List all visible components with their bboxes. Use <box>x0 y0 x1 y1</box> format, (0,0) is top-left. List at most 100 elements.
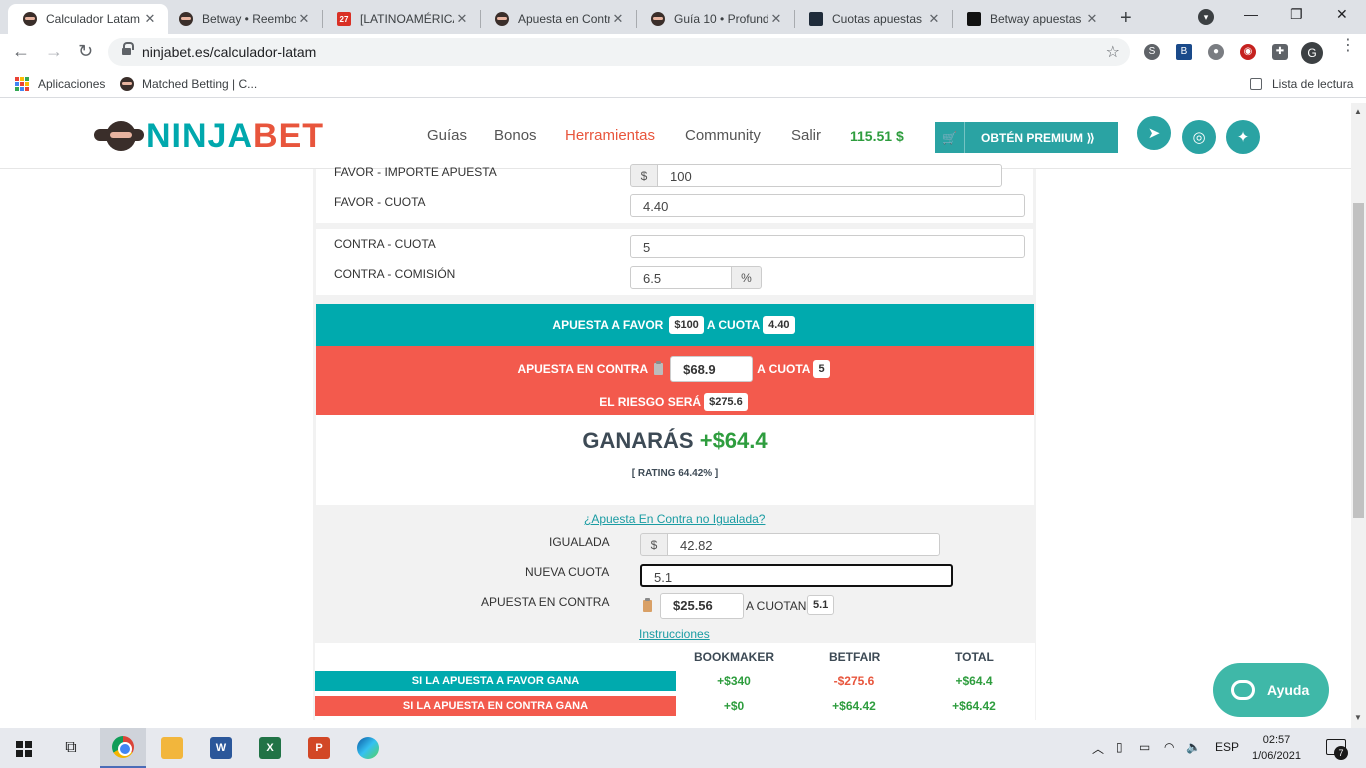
ninjabet-logo[interactable]: NINJABET <box>94 118 324 154</box>
taskbar-excel[interactable]: X <box>247 728 293 768</box>
contra-comision-input[interactable]: 6.5 <box>630 266 732 289</box>
tab-calculador-latam[interactable]: Calculador Latam ✕ <box>8 4 168 34</box>
taskbar-word[interactable]: W <box>198 728 244 768</box>
nav-salir[interactable]: Salir <box>791 127 821 144</box>
restore-window-icon[interactable]: ❐ <box>1290 6 1303 23</box>
ninjabet-favicon-icon <box>494 11 510 27</box>
close-window-icon[interactable]: ✕ <box>1336 6 1348 23</box>
help-label: Ayuda <box>1267 682 1310 698</box>
calculator-panel: FAVOR - IMPORTE APUESTA $ 100 FAVOR - CU… <box>313 164 1036 720</box>
taskbar-edge[interactable] <box>345 728 391 768</box>
nav-herramientas[interactable]: Herramientas <box>565 127 655 144</box>
tab-betway-apuestas[interactable]: Betway apuestas ✕ <box>952 4 1110 34</box>
contra-cuota-input[interactable]: 5 <box>630 235 1025 258</box>
tab-latinoamerica[interactable]: 27 [LATINOAMÉRICA ✕ <box>322 4 480 34</box>
taskbar-file-explorer[interactable] <box>149 728 195 768</box>
site-header: NINJABET Guías Bonos Herramientas Commun… <box>0 103 1351 169</box>
favor-cuota-input[interactable]: 4.40 <box>630 194 1025 217</box>
tray-overflow-icon[interactable]: ︿ <box>1092 740 1104 757</box>
browser-menu-icon[interactable]: ⋮ <box>1340 38 1356 54</box>
table-cell: +$340 <box>717 674 751 688</box>
bookmark-reading-list[interactable]: Lista de lectura <box>1272 77 1353 91</box>
taskbar-powerpoint[interactable]: P <box>296 728 342 768</box>
cuotan-badge: 5.1 <box>807 595 835 615</box>
copy-clipboard-icon[interactable] <box>643 598 652 612</box>
ninjabet-favicon-icon <box>22 11 38 27</box>
new-tab-plus-icon[interactable]: + <box>1120 7 1132 30</box>
nav-bonos[interactable]: Bonos <box>494 127 537 144</box>
extensions-puzzle-icon[interactable]: ✚ <box>1272 44 1288 60</box>
bookmark-matched-betting[interactable]: Matched Betting | C... <box>120 77 257 91</box>
table-cell: +$64.4 <box>955 674 993 688</box>
battery-icon[interactable]: ▭ <box>1139 740 1150 754</box>
input-language[interactable]: ESP <box>1215 740 1239 754</box>
system-clock[interactable]: 02:57 1/06/2021 <box>1252 732 1301 764</box>
bookmark-aplicaciones[interactable]: Aplicaciones <box>38 77 105 91</box>
favor-importe-input[interactable]: 100 <box>657 164 1002 187</box>
task-view-icon[interactable]: ⧉ <box>48 728 94 768</box>
tab-cuotas-apuestas[interactable]: Cuotas apuestas ✕ <box>794 4 952 34</box>
close-tab-icon[interactable]: ✕ <box>296 11 312 27</box>
bookmark-star-icon[interactable]: ☆ <box>1106 42 1120 62</box>
bookmark-label: Lista de lectura <box>1272 77 1354 91</box>
lock-icon[interactable] <box>122 42 134 57</box>
contra-stake-value[interactable]: $68.9 <box>670 356 754 382</box>
minimize-window-icon[interactable]: — <box>1244 6 1258 22</box>
telegram-icon[interactable]: ➤ <box>1137 116 1171 150</box>
reload-icon[interactable]: ↻ <box>78 41 93 62</box>
nueva-cuota-input[interactable]: 5.1 <box>640 564 953 587</box>
tab-betway-reembolso[interactable]: Betway • Reembo ✕ <box>164 4 322 34</box>
table-cell: -$275.6 <box>833 674 875 688</box>
get-premium-button[interactable]: 🛒 OBTÉN PREMIUM ⟫ <box>935 122 1118 153</box>
favor-importe-prefix: $ <box>630 164 658 187</box>
tab-apuesta-en-contra[interactable]: Apuesta en Contr ✕ <box>480 4 636 34</box>
profile-avatar[interactable]: G <box>1301 42 1323 64</box>
tab-guia-10[interactable]: Guía 10 • Profund ✕ <box>636 4 794 34</box>
tab-search-icon[interactable]: ▾ <box>1198 9 1214 25</box>
skype-extension-icon[interactable]: S <box>1144 44 1160 60</box>
close-tab-icon[interactable]: ✕ <box>1084 11 1100 27</box>
close-tab-icon[interactable]: ✕ <box>142 11 158 27</box>
apps-grid-icon[interactable] <box>15 77 29 91</box>
wifi-icon[interactable]: ◠ <box>1164 740 1174 754</box>
ganaras-value: +$64.4 <box>699 428 768 453</box>
wifi-extension-icon[interactable]: ◉ <box>1240 44 1256 60</box>
close-tab-icon[interactable]: ✕ <box>926 11 942 27</box>
volume-icon[interactable]: 🔈 <box>1186 740 1201 754</box>
reading-list-icon[interactable] <box>1250 78 1262 90</box>
scrollbar-thumb[interactable] <box>1353 203 1364 518</box>
taskbar-chrome[interactable] <box>100 728 146 768</box>
scroll-up-arrow-icon[interactable]: ▲ <box>1354 107 1362 116</box>
address-bar[interactable]: ninjabet.es/calculador-latam ☆ <box>108 38 1130 66</box>
url-text[interactable]: ninjabet.es/calculador-latam <box>142 44 316 60</box>
windows-start-icon[interactable] <box>16 741 32 757</box>
scroll-down-arrow-icon[interactable]: ▼ <box>1354 713 1362 722</box>
chat-bubble-icon <box>1231 680 1255 700</box>
instrucciones-link[interactable]: Instrucciones <box>639 627 710 641</box>
tab-title: Apuesta en Contr <box>518 12 610 26</box>
nav-guias[interactable]: Guías <box>427 127 467 144</box>
close-tab-icon[interactable]: ✕ <box>768 11 784 27</box>
apuesta-contra-value[interactable]: $25.56 <box>660 593 744 619</box>
forward-arrow-icon[interactable]: → <box>45 41 63 62</box>
page-scrollbar[interactable]: ▲ ▼ <box>1351 103 1366 728</box>
instagram-icon[interactable]: ◎ <box>1182 120 1216 154</box>
circle-extension-icon[interactable]: ● <box>1208 44 1224 60</box>
apuesta-contra-label: APUESTA EN CONTRA <box>481 595 610 609</box>
nav-community[interactable]: Community <box>685 127 761 144</box>
igualada-input[interactable]: 42.82 <box>667 533 940 556</box>
close-tab-icon[interactable]: ✕ <box>610 11 626 27</box>
table-cell: +$0 <box>723 699 745 713</box>
windows-taskbar: ⧉ W X P ︿ ▯ ▭ ◠ 🔈 ESP 02:57 1/06/2021 7 <box>0 728 1366 768</box>
back-arrow-icon[interactable]: ← <box>12 41 30 62</box>
copy-clipboard-icon[interactable] <box>654 361 664 375</box>
ganaras-label: GANARÁS <box>582 428 694 453</box>
twitter-icon[interactable]: ✦ <box>1226 120 1260 154</box>
close-tab-icon[interactable]: ✕ <box>454 11 470 27</box>
bookmark-label: Aplicaciones <box>38 77 106 91</box>
unmatched-bet-link[interactable]: ¿Apuesta En Contra no Igualada? <box>584 512 765 526</box>
contra-summary-bar: APUESTA EN CONTRA $68.9 A CUOTA 5 EL RIE… <box>316 346 1034 415</box>
help-chat-button[interactable]: Ayuda <box>1213 663 1329 717</box>
tray-device-icon[interactable]: ▯ <box>1116 740 1123 754</box>
booking-extension-icon[interactable]: B <box>1176 44 1192 60</box>
